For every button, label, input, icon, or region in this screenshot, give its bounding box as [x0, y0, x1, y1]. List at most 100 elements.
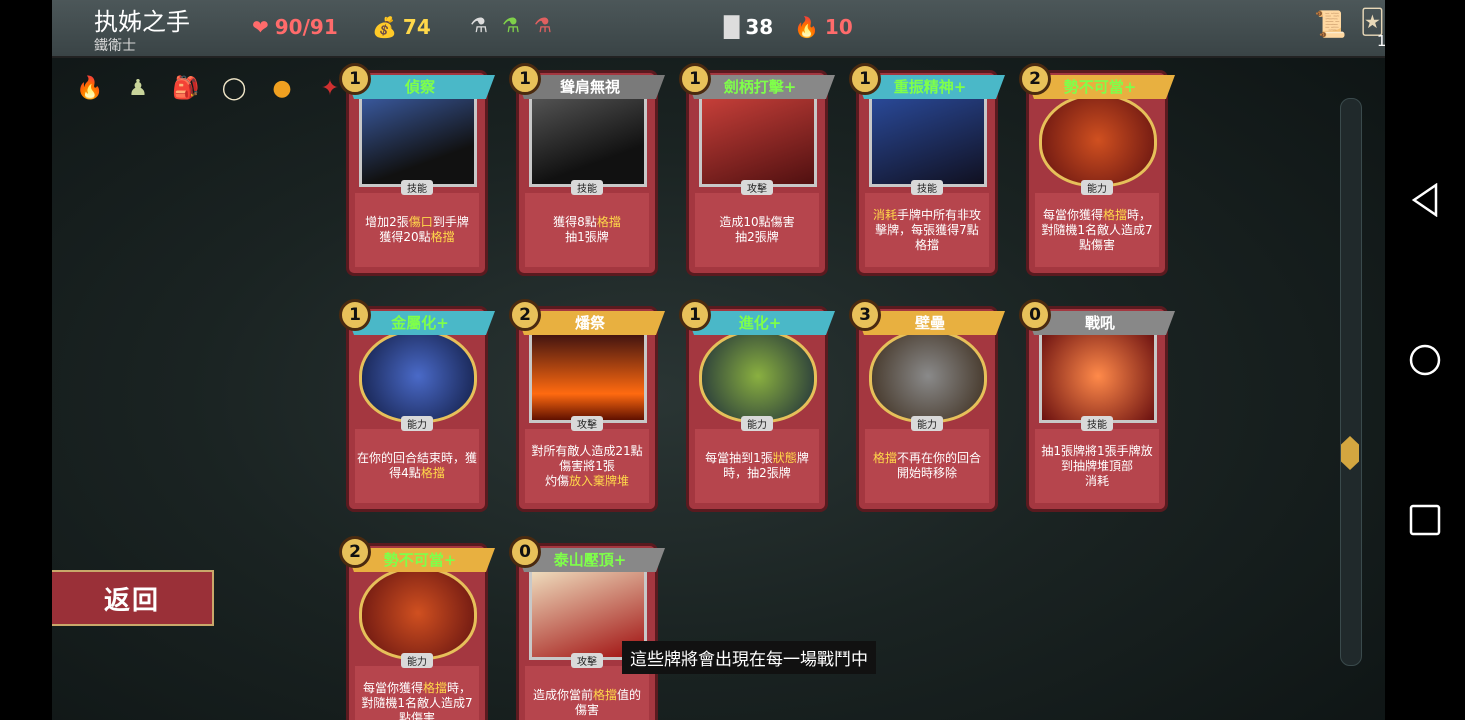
desc-keyword: 格擋: [1102, 207, 1127, 222]
desc-keyword: 格擋: [420, 466, 445, 480]
card[interactable]: 1 金屬化+ 能力 在你的回合結束時，獲得4點格擋: [339, 299, 495, 512]
card-description: 造成你當前格擋值的傷害: [525, 666, 649, 720]
character-class: 鐵衛士: [94, 38, 136, 54]
card[interactable]: 1 進化+ 能力 每當抽到1張狀態牌時，抽2張牌: [679, 299, 835, 512]
bag-icon[interactable]: 🎒: [168, 70, 204, 106]
card-type: 能力: [401, 653, 433, 668]
potion-red-icon[interactable]: ⚗: [470, 15, 488, 35]
card[interactable]: 2 勢不可當+ 能力 每當你獲得格擋時，對隨機1名敵人造成7點傷害: [339, 536, 495, 720]
top-bar: 执姊之手 鐵衛士 ❤ 90/91 💰 74 ⚗ ⚗ ⚗ █ 38 🔥 10 📜 …: [52, 0, 1385, 58]
card-description: 增加2張傷口到手牌 獲得20點格擋: [355, 193, 479, 267]
card-cost: 2: [509, 299, 541, 331]
desc-text: 到手牌: [432, 215, 469, 229]
map-button[interactable]: 📜: [1314, 12, 1346, 38]
deck-count: 17: [1376, 32, 1385, 50]
card-art: [529, 329, 647, 423]
flame-icon: 🔥: [794, 15, 819, 39]
card-type: 技能: [1081, 416, 1113, 431]
desc-keyword: 消耗: [872, 207, 897, 222]
idol-icon[interactable]: ♟: [120, 70, 156, 106]
card-art: [699, 329, 817, 423]
desc-keyword: 格擋: [872, 451, 897, 465]
card[interactable]: 2 勢不可當+ 能力 每當你獲得格擋時，對隨機1名敵人造成7點傷害: [1019, 63, 1175, 276]
gold-display[interactable]: 💰 74: [372, 15, 431, 39]
card-type: 能力: [1081, 180, 1113, 195]
nav-recents-button[interactable]: [1385, 500, 1465, 540]
nav-home-button[interactable]: [1385, 340, 1465, 380]
card[interactable]: 2 燔祭 攻擊 對所有敵人造成21點傷害將1張 灼傷放入棄牌堆: [509, 299, 665, 512]
card[interactable]: 1 重振精神+ 技能 消耗手牌中所有非攻擊牌，每張獲得7點 格擋: [849, 63, 1005, 276]
card[interactable]: 0 戰吼 技能 抽1張牌將1張手牌放到抽牌堆頂部 消耗: [1019, 299, 1175, 512]
floor-display[interactable]: █ 38: [724, 15, 773, 39]
card-art: [1039, 93, 1157, 187]
burning-blood-icon[interactable]: 🔥: [72, 70, 108, 106]
card-description: 格擋不再在你的回合開始時移除: [865, 429, 989, 503]
desc-keyword: 放入棄牌堆: [569, 473, 630, 488]
card-type: 攻擊: [571, 653, 603, 668]
desc-text: 在你的回合結束時，獲得4點: [357, 451, 478, 480]
card-type: 技能: [401, 180, 433, 195]
hp-value: 90/91: [274, 15, 338, 39]
square-recents-icon: [1409, 504, 1441, 536]
card-art: [529, 93, 647, 187]
card-type: 能力: [741, 416, 773, 431]
desc-keyword: 格擋: [592, 688, 617, 702]
card[interactable]: 1 偵察 技能 增加2張傷口到手牌 獲得20點格擋: [339, 63, 495, 276]
deck-icon: 🃏: [1360, 8, 1385, 36]
card-type: 攻擊: [571, 416, 603, 431]
card-type: 能力: [911, 416, 943, 431]
desc-text: 增加2張: [365, 215, 409, 229]
ascension-value: 10: [824, 15, 853, 39]
game-screen: 执姊之手 鐵衛士 ❤ 90/91 💰 74 ⚗ ⚗ ⚗ █ 38 🔥 10 📜 …: [52, 0, 1385, 720]
card-cost: 0: [1019, 299, 1051, 331]
gold-value: 74: [402, 15, 431, 39]
scrollbar-track[interactable]: [1340, 98, 1362, 666]
card-cost: 1: [679, 299, 711, 331]
jar-icon[interactable]: ◯: [216, 70, 252, 106]
card-cost: 3: [849, 299, 881, 331]
desc-text: 抽2張牌: [735, 230, 779, 244]
ascension-display[interactable]: 🔥 10: [794, 15, 853, 39]
card-cost: 1: [339, 63, 371, 95]
potion-green-icon[interactable]: ⚗: [502, 15, 520, 35]
mango-icon[interactable]: ●: [264, 70, 300, 106]
potion-pink-icon[interactable]: ⚗: [534, 15, 552, 35]
desc-text: 抽1張牌: [1041, 443, 1085, 458]
floor-value: 38: [745, 15, 774, 39]
card-description: 抽1張牌將1張手牌放到抽牌堆頂部 消耗: [1035, 429, 1159, 503]
desc-keyword: 狀態: [772, 451, 797, 465]
desc-text: 每當你獲得: [1042, 207, 1103, 222]
desc-text: 抽1張牌: [565, 230, 609, 244]
card-cost: 0: [509, 536, 541, 568]
card-cost: 2: [1019, 63, 1051, 95]
desc-keyword: 傷口: [408, 215, 433, 229]
card-cost: 2: [339, 536, 371, 568]
card[interactable]: 3 壁壘 能力 格擋不再在你的回合開始時移除: [849, 299, 1005, 512]
card[interactable]: 0 泰山壓頂+ 攻擊 造成你當前格擋值的傷害: [509, 536, 665, 720]
desc-text: 造成你當前: [532, 688, 593, 702]
card-type: 能力: [401, 416, 433, 431]
card-cost: 1: [849, 63, 881, 95]
card-art: [869, 93, 987, 187]
desc-text: 灼傷: [544, 473, 569, 488]
desc-keyword: 格擋: [430, 230, 455, 244]
card-description: 獲得8點格擋 抽1張牌: [525, 193, 649, 267]
android-nav-bar: [1385, 0, 1465, 720]
card-art: [359, 566, 477, 660]
card-cost: 1: [509, 63, 541, 95]
card-description: 每當你獲得格擋時，對隨機1名敵人造成7點傷害: [1035, 193, 1159, 267]
back-button[interactable]: 返回: [52, 570, 214, 626]
card-art: [359, 329, 477, 423]
tooltip-text: 這些牌將會出現在每一場戰鬥中: [622, 641, 876, 674]
nav-back-button[interactable]: [1385, 180, 1465, 220]
card-art: [699, 93, 817, 187]
hp-display[interactable]: ❤ 90/91: [252, 15, 338, 39]
card[interactable]: 1 劍柄打擊+ 攻擊 造成10點傷害 抽2張牌: [679, 63, 835, 276]
card[interactable]: 1 聳肩無視 技能 獲得8點格擋 抽1張牌: [509, 63, 665, 276]
card-art: [359, 93, 477, 187]
card-description: 造成10點傷害 抽2張牌: [695, 193, 819, 267]
gold-bag-icon: 💰: [372, 15, 397, 39]
deck-button[interactable]: 🃏 17: [1360, 10, 1385, 50]
desc-text: 每當抽到1張: [705, 451, 773, 465]
character-name: 执姊之手: [94, 8, 190, 36]
